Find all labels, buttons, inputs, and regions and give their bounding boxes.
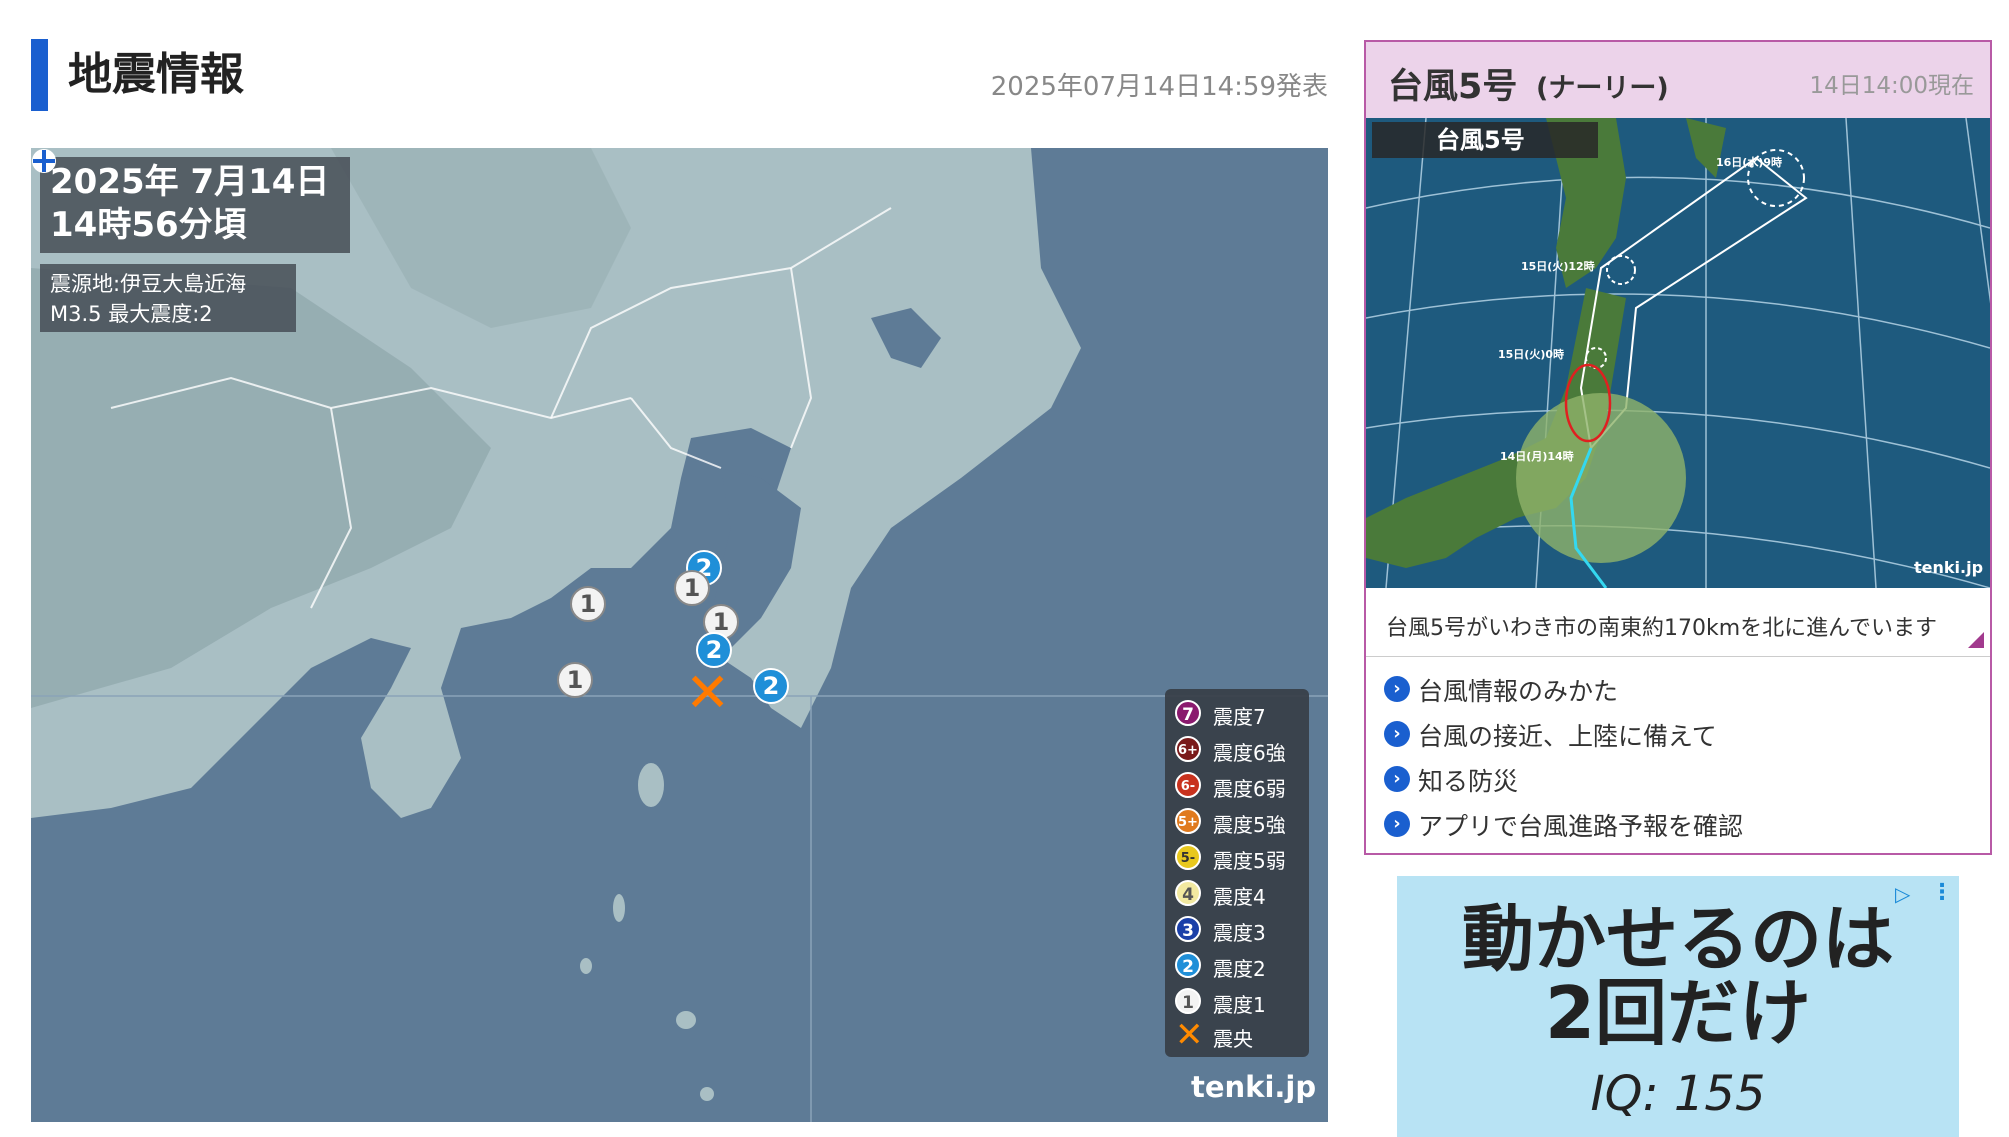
legend-item: 1 震度1 xyxy=(1175,985,1305,1019)
typhoon-map[interactable]: 台風5号 16日(水)9時 15日(火)12時 15日(火)0時 14日(月)1… xyxy=(1366,118,1990,588)
legend-badge: 3 xyxy=(1175,916,1201,942)
legend-badge: 2 xyxy=(1175,952,1201,978)
intensity-legend: 7 震度7 6+ 震度6強 6- 震度6弱 5+ 震度5強 5- 震度5弱 4 … xyxy=(1165,689,1309,1057)
legend-item: 6- 震度6弱 xyxy=(1175,769,1305,803)
quake-magnitude: M3.5 最大震度:2 xyxy=(50,302,213,326)
chevron-right-icon: › xyxy=(1384,676,1410,702)
legend-badge: 5+ xyxy=(1175,808,1201,834)
legend-item: 6+ 震度6強 xyxy=(1175,733,1305,767)
typhoon-map-brand: tenki.jp xyxy=(1914,558,1984,577)
tenki-logo-icon xyxy=(32,149,56,173)
typhoon-link-bousai[interactable]: › 知る防災 xyxy=(1384,760,1974,796)
ad-subtext: IQ: 155 xyxy=(1590,1066,1766,1122)
track-label: 14日(月)14時 xyxy=(1500,450,1574,463)
legend-item: ✕ 震央 xyxy=(1175,1015,1305,1055)
chevron-right-icon: › xyxy=(1384,721,1410,747)
link-label: 台風情報のみかた xyxy=(1418,677,1619,706)
typhoon-panel: 台風5号 (ナーリー) 14日14:00現在 台風5号 16日(水)9時 15日… xyxy=(1364,40,1992,855)
legend-badge: 7 xyxy=(1175,700,1201,726)
earthquake-map[interactable]: 2 1 1 1 2 1 2 ✕ 2025年 7月14日 14時56分頃 震源地:… xyxy=(31,148,1328,1122)
ad-menu-icon[interactable]: ⋮ xyxy=(1931,880,1953,906)
typhoon-nickname: (ナーリー) xyxy=(1536,73,1669,104)
intensity-marker[interactable]: 2 xyxy=(753,668,789,704)
typhoon-header: 台風5号 (ナーリー) 14日14:00現在 xyxy=(1366,42,1990,118)
typhoon-map-graphic xyxy=(1366,118,1990,588)
quake-epicenter: 震源地:伊豆大島近海 xyxy=(50,272,247,296)
quake-date: 2025年 7月14日 xyxy=(50,162,330,202)
legend-badge: 5- xyxy=(1175,844,1201,870)
earthquake-issued-time: 2025年07月14日14:59発表 xyxy=(990,72,1328,102)
legend-label: 震度1 xyxy=(1213,993,1266,1017)
quake-time: 14時56分頃 xyxy=(50,205,247,245)
legend-label: 震央 xyxy=(1213,1027,1253,1051)
legend-badge: 1 xyxy=(1175,988,1201,1014)
link-label: アプリで台風進路予報を確認 xyxy=(1418,812,1744,841)
legend-item: 7 震度7 xyxy=(1175,697,1305,731)
legend-label: 震度3 xyxy=(1213,921,1266,945)
legend-label: 震度6強 xyxy=(1213,741,1286,765)
legend-label: 震度5強 xyxy=(1213,813,1286,837)
legend-label: 震度4 xyxy=(1213,885,1266,909)
ad-headline-2: 2回だけ xyxy=(1544,971,1812,1055)
ad-headline: 動かせるのは xyxy=(1461,897,1894,981)
corner-triangle-icon xyxy=(1968,632,1984,648)
chevron-right-icon: › xyxy=(1384,766,1410,792)
typhoon-link-app[interactable]: › アプリで台風進路予報を確認 xyxy=(1384,805,1974,841)
legend-label: 震度5弱 xyxy=(1213,849,1286,873)
typhoon-title: 台風5号 xyxy=(1388,67,1518,107)
legend-badge: 6- xyxy=(1175,772,1201,798)
typhoon-as-of: 14日14:00現在 xyxy=(1809,73,1974,99)
epicenter-mark-icon: ✕ xyxy=(685,661,731,724)
chevron-right-icon: › xyxy=(1384,811,1410,837)
intensity-marker[interactable]: 1 xyxy=(570,586,606,622)
legend-badge: 6+ xyxy=(1175,736,1201,762)
tenki-brand: tenki.jp xyxy=(1191,1070,1317,1104)
track-label: 15日(火)12時 xyxy=(1521,260,1595,273)
earthquake-title: 地震情報 xyxy=(68,49,244,100)
legend-item: 2 震度2 xyxy=(1175,949,1305,983)
legend-label: 震度2 xyxy=(1213,957,1266,981)
legend-label: 震度6弱 xyxy=(1213,777,1286,801)
legend-item: 3 震度3 xyxy=(1175,913,1305,947)
track-label: 16日(水)9時 xyxy=(1716,156,1783,169)
quake-datetime-box: 2025年 7月14日 14時56分頃 xyxy=(40,157,350,253)
legend-item: 4 震度4 xyxy=(1175,877,1305,911)
ad-choices-icon[interactable]: ▷ xyxy=(1895,882,1919,906)
typhoon-link-prepare[interactable]: › 台風の接近、上陸に備えて xyxy=(1384,715,1974,751)
legend-label: 震度7 xyxy=(1213,705,1266,729)
legend-badge: 4 xyxy=(1175,880,1201,906)
link-label: 台風の接近、上陸に備えて xyxy=(1418,722,1717,751)
epicenter-legend-icon: ✕ xyxy=(1175,1015,1204,1055)
typhoon-description: 台風5号がいわき市の南東約170kmを北に進んでいます xyxy=(1386,616,1938,641)
quake-info-box: 震源地:伊豆大島近海 M3.5 最大震度:2 xyxy=(40,264,296,332)
section-title-bar xyxy=(31,39,48,111)
advertisement[interactable]: 動かせるのは 2回だけ IQ: 155 ▷ ⋮ xyxy=(1397,876,1959,1137)
intensity-marker[interactable]: 1 xyxy=(674,570,710,606)
typhoon-link-guide[interactable]: › 台風情報のみかた xyxy=(1384,670,1974,706)
divider xyxy=(1366,656,1990,657)
track-label: 15日(火)0時 xyxy=(1498,348,1565,361)
link-label: 知る防災 xyxy=(1418,767,1519,796)
legend-item: 5+ 震度5強 xyxy=(1175,805,1305,839)
legend-item: 5- 震度5弱 xyxy=(1175,841,1305,875)
typhoon-map-label: 台風5号 xyxy=(1372,122,1598,158)
intensity-marker[interactable]: 1 xyxy=(557,662,593,698)
